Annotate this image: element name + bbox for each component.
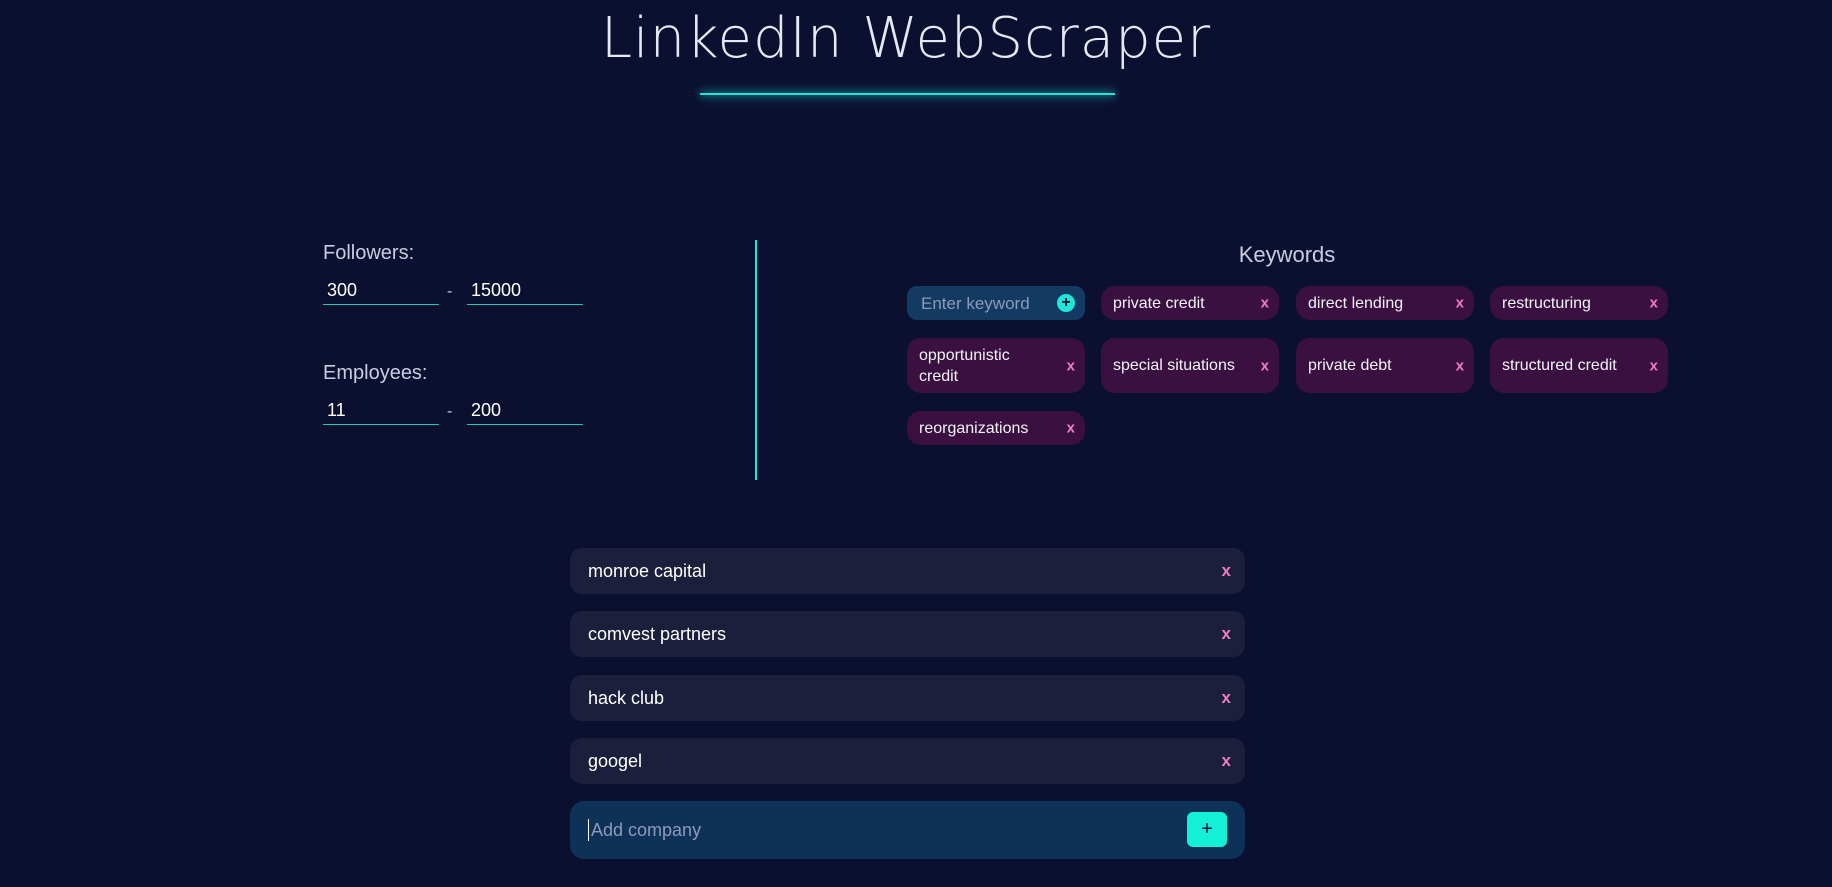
remove-keyword-icon[interactable]: x [1067,355,1075,376]
followers-max-input[interactable] [467,276,583,305]
remove-keyword-icon[interactable]: x [1261,293,1269,314]
employees-label: Employees: [323,362,428,384]
keyword-chip-label: private debt [1308,357,1392,374]
keyword-chip-label: reorganizations [919,419,1029,437]
title-underline [700,93,1115,95]
remove-keyword-icon[interactable]: x [1456,293,1464,314]
keyword-chip: direct lending x [1296,286,1474,320]
company-item: hack club x [570,675,1245,721]
remove-keyword-icon[interactable]: x [1261,355,1269,376]
followers-min-input[interactable] [323,276,439,305]
employees-max-input[interactable] [467,396,583,425]
company-name: hack club [588,687,665,708]
keyword-chip-label: structured credit [1502,357,1617,374]
company-name: comvest partners [588,623,727,644]
keyword-chip: special situations x [1101,338,1279,393]
remove-company-icon[interactable]: x [1222,688,1231,708]
company-name: googel [588,750,643,771]
keyword-chip: opportunistic credit x [907,338,1085,393]
keyword-chip: private credit x [1101,286,1279,320]
remove-company-icon[interactable]: x [1222,561,1231,581]
app-page: LinkedIn WebScraper Followers: - Employe… [0,0,1832,887]
keyword-chip-label: direct lending [1308,294,1404,312]
add-company-button[interactable]: + [1187,812,1227,847]
section-divider [755,240,757,480]
remove-company-icon[interactable]: x [1222,624,1231,644]
keyword-chip-label: private credit [1113,294,1205,312]
keyword-chip: restructuring x [1490,286,1668,320]
remove-keyword-icon[interactable]: x [1067,418,1075,439]
app-title: LinkedIn WebScraper [600,6,1212,71]
add-company-input[interactable] [588,819,1148,841]
keyword-chip-label: restructuring [1502,294,1591,312]
remove-keyword-icon[interactable]: x [1456,355,1464,376]
followers-label: Followers: [323,242,415,264]
remove-keyword-icon[interactable]: x [1650,293,1658,314]
keyword-chip-label: opportunistic credit [919,346,1010,385]
keywords-title: Keywords [1238,242,1336,267]
add-company-container: + [570,801,1245,859]
company-item: comvest partners x [570,611,1245,657]
keyword-chip: structured credit x [1490,338,1668,393]
keyword-input[interactable] [919,286,1053,322]
add-keyword-icon[interactable]: + [1057,294,1075,312]
keyword-input-container: + [907,286,1085,322]
company-item: monroe capital x [570,548,1245,594]
remove-keyword-icon[interactable]: x [1650,355,1658,376]
keyword-chip: private debt x [1296,338,1474,393]
employees-range-separator: - [447,403,453,420]
remove-company-icon[interactable]: x [1222,751,1231,771]
company-name: monroe capital [588,560,707,581]
company-item: googel x [570,738,1245,784]
followers-range-separator: - [447,283,453,300]
keyword-chip-label: special situations [1113,357,1235,374]
keyword-chip: reorganizations x [907,411,1085,445]
employees-min-input[interactable] [323,396,439,425]
